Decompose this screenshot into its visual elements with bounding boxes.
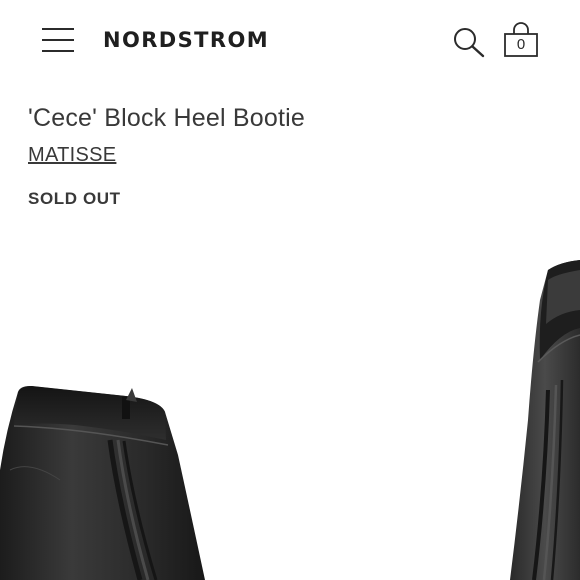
left-boot bbox=[0, 386, 205, 580]
brand-link[interactable]: MATISSE bbox=[28, 143, 116, 167]
product-page: NORDSTROM 0 'Cece' Block Heel Bootie MAT… bbox=[0, 0, 580, 580]
product-image[interactable] bbox=[0, 240, 580, 580]
product-title: 'Cece' Block Heel Bootie bbox=[28, 104, 305, 132]
shopping-bag-button[interactable]: 0 bbox=[502, 22, 540, 58]
menu-button[interactable] bbox=[42, 26, 74, 54]
search-icon bbox=[454, 28, 485, 58]
search-button[interactable] bbox=[452, 26, 486, 58]
nordstrom-logo[interactable]: NORDSTROM bbox=[103, 28, 269, 52]
hamburger-menu-icon bbox=[42, 28, 74, 30]
bootie-photo bbox=[0, 260, 580, 580]
sold-out-status: SOLD OUT bbox=[28, 189, 121, 208]
right-boot bbox=[510, 260, 580, 580]
bag-item-count: 0 bbox=[516, 36, 526, 53]
site-header: NORDSTROM 0 bbox=[0, 0, 580, 80]
